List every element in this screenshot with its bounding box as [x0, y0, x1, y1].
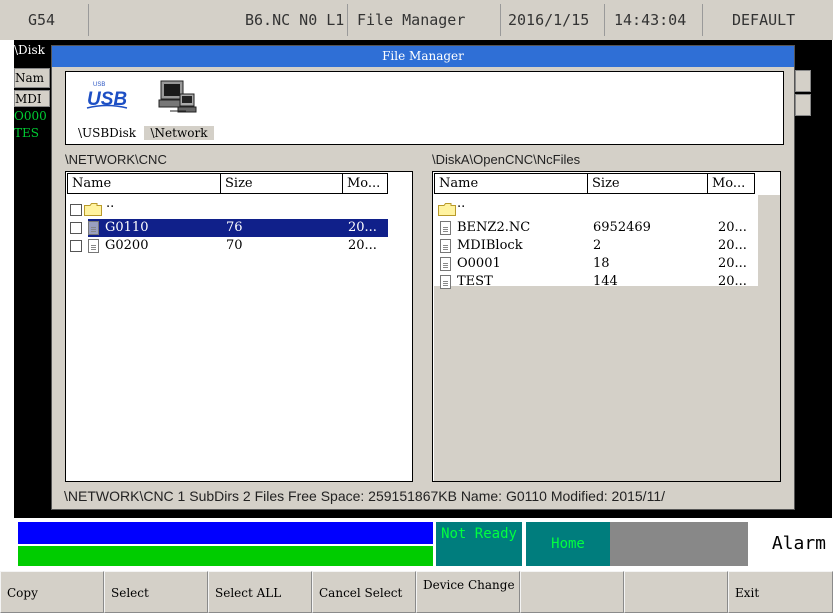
copy-button[interactable]: Copy — [0, 571, 104, 613]
file-modified: 20... — [348, 238, 377, 253]
file-size: 18 — [593, 256, 610, 271]
file-name: O0001 — [457, 256, 501, 271]
background-row: O000 — [14, 109, 47, 123]
file-name: G0110 — [105, 220, 149, 235]
device-label: \Network — [144, 126, 214, 140]
coordinate-system: G54 — [28, 11, 56, 29]
softkey-empty[interactable] — [520, 571, 624, 613]
column-header-size[interactable]: Size — [587, 173, 708, 194]
column-header-modified[interactable]: Mo... — [707, 173, 755, 194]
select-all-button[interactable]: Select ALL — [208, 571, 312, 613]
device-network[interactable]: \Network — [144, 78, 214, 140]
file-modified: 20... — [718, 220, 747, 235]
background-row: TES — [14, 126, 39, 140]
folder-icon — [84, 203, 102, 216]
left-file-list[interactable]: Name Size Mo... .. G0110 76 20... G0200 … — [65, 171, 413, 482]
device-list: USB USB \USBDisk \Network — [65, 71, 784, 145]
divider — [702, 4, 703, 36]
file-icon — [88, 221, 99, 235]
row-checkbox[interactable] — [70, 222, 82, 234]
file-modified: 20... — [718, 238, 747, 253]
status-blank — [610, 522, 748, 566]
divider — [347, 4, 348, 36]
file-icon — [440, 221, 451, 235]
file-row[interactable]: G0200 70 20... — [66, 237, 412, 255]
mode-indicator: Home — [526, 522, 610, 566]
file-size: 70 — [226, 238, 243, 253]
file-size: 2 — [593, 238, 602, 253]
machine-status-row: Not Ready Home Alarm — [14, 518, 832, 568]
softkey-empty[interactable] — [624, 571, 728, 613]
network-computer-icon — [158, 80, 197, 113]
column-header-modified[interactable]: Mo... — [342, 173, 388, 194]
status-bar-blue — [18, 522, 433, 544]
divider — [500, 4, 501, 36]
folder-icon — [438, 203, 456, 216]
background-path: \Disk — [14, 43, 45, 57]
scroll-gutter — [758, 195, 780, 481]
status-bar-green — [18, 546, 433, 566]
file-row[interactable]: MDIBlock 2 20... — [433, 237, 757, 255]
svg-text:USB: USB — [93, 82, 105, 88]
exit-button[interactable]: Exit — [728, 571, 833, 613]
background-item-box: MDI — [14, 90, 50, 107]
device-usb[interactable]: USB USB \USBDisk — [72, 78, 142, 140]
file-name: MDIBlock — [457, 238, 523, 253]
cancel-select-button[interactable]: Cancel Select — [312, 571, 416, 613]
row-checkbox[interactable] — [70, 240, 82, 252]
column-header-name[interactable]: Name — [434, 173, 588, 194]
program-info: B6.NC N0 L1 — [245, 11, 345, 29]
file-icon — [440, 275, 451, 289]
background-item: MDI — [15, 92, 42, 106]
device-change-button[interactable]: Device Change — [416, 571, 520, 613]
device-label: \USBDisk — [77, 126, 137, 140]
file-name: TEST — [457, 274, 493, 289]
softkey-bar: Copy Select Select ALL Cancel Select Dev… — [0, 571, 833, 613]
profile-name: DEFAULT — [732, 11, 796, 29]
dialog-title: File Manager — [52, 46, 794, 67]
file-modified: 20... — [348, 220, 377, 235]
time-display: 14:43:04 — [614, 11, 687, 29]
file-icon — [440, 257, 451, 271]
file-name: BENZ2.NC — [457, 220, 531, 235]
right-path-bar: \DiskA\OpenCNC\NcFiles — [432, 150, 781, 169]
row-checkbox[interactable] — [70, 204, 82, 216]
file-modified: 20... — [718, 274, 747, 289]
screen-name: File Manager — [357, 11, 466, 29]
select-button[interactable]: Select — [104, 571, 208, 613]
top-status-bar: G54 B6.NC N0 L1 File Manager 2016/1/15 1… — [0, 0, 833, 40]
ready-state-indicator: Not Ready — [436, 522, 522, 566]
usb-icon: USB USB — [86, 82, 127, 110]
file-row[interactable]: TEST 144 20... — [433, 273, 757, 291]
file-row[interactable]: O0001 18 20... — [433, 255, 757, 273]
file-size: 76 — [226, 220, 243, 235]
left-path-bar: \NETWORK\CNC — [65, 150, 412, 169]
file-name: G0200 — [105, 238, 149, 253]
background-header-box: Nam — [14, 68, 50, 88]
right-file-list[interactable]: Name Size Mo... .. BENZ2.NC 6952469 20..… — [432, 171, 781, 482]
file-name: .. — [457, 196, 466, 211]
file-row[interactable]: .. — [66, 196, 412, 219]
file-modified: 20... — [718, 256, 747, 271]
divider — [604, 4, 605, 36]
alarm-indicator: Alarm — [752, 522, 832, 566]
file-icon — [88, 239, 99, 253]
dialog-status-line: \NETWORK\CNC 1 SubDirs 2 Files Free Spac… — [64, 488, 665, 504]
file-row[interactable]: G0110 76 20... — [66, 219, 412, 237]
background-scroll-button — [795, 70, 811, 92]
date-display: 2016/1/15 — [508, 11, 590, 29]
file-manager-dialog: File Manager USB USB \USBDisk \Network \… — [51, 45, 795, 510]
list-empty-area — [434, 286, 758, 481]
column-header-size[interactable]: Size — [220, 173, 343, 194]
background-header: Nam — [15, 71, 45, 85]
file-name: .. — [106, 196, 115, 211]
column-header-name[interactable]: Name — [67, 173, 221, 194]
file-size: 144 — [593, 274, 618, 289]
file-size: 6952469 — [593, 220, 651, 235]
file-row[interactable]: .. — [433, 196, 757, 219]
file-icon — [440, 239, 451, 253]
divider — [88, 4, 89, 36]
background-scroll-button — [795, 94, 811, 116]
file-row[interactable]: BENZ2.NC 6952469 20... — [433, 219, 757, 237]
